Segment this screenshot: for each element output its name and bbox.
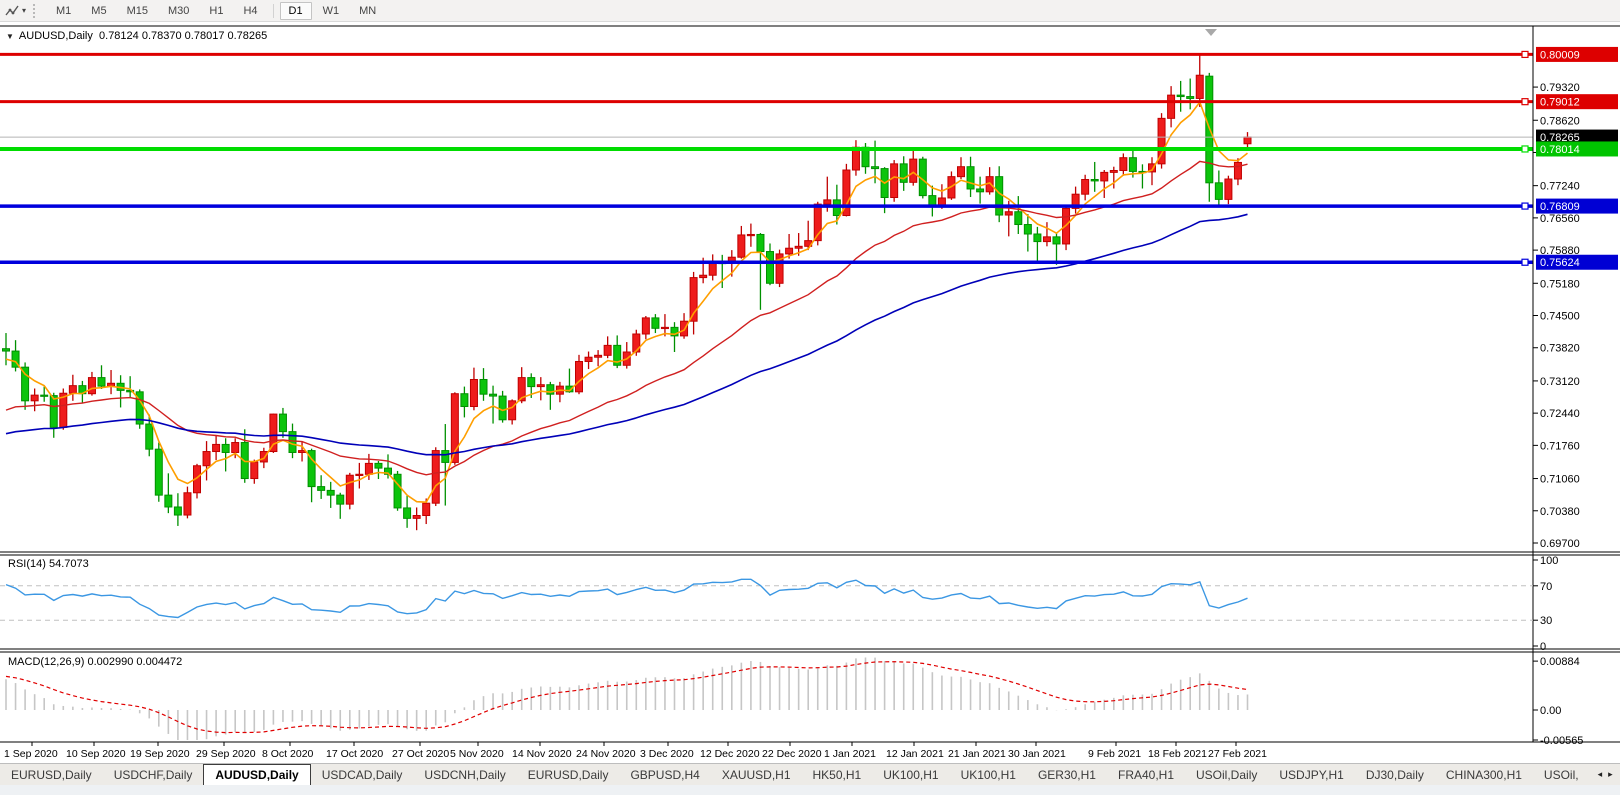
svg-text:0.75180: 0.75180: [1540, 278, 1580, 290]
svg-text:12 Jan 2021: 12 Jan 2021: [886, 748, 944, 760]
svg-text:12 Dec 2020: 12 Dec 2020: [700, 748, 760, 760]
svg-text:100: 100: [1540, 555, 1558, 567]
high-value: 0.78370: [142, 30, 182, 42]
close-value: 0.78265: [228, 30, 268, 42]
chart-symbol-label: AUDUSD,Daily: [19, 30, 93, 42]
chart-tab-xauusd-h1[interactable]: XAUUSD,H1: [711, 764, 802, 785]
chart-tab-china300-h1[interactable]: CHINA300,H1: [1435, 764, 1533, 785]
svg-text:0.79012: 0.79012: [1540, 97, 1580, 109]
svg-text:0.72440: 0.72440: [1540, 408, 1580, 420]
chart-tab-dj30-daily[interactable]: DJ30,Daily: [1355, 764, 1435, 785]
svg-text:14 Nov 2020: 14 Nov 2020: [512, 748, 572, 760]
tabs-scroll-left-icon[interactable]: ◂: [1598, 769, 1603, 780]
chart-tab-gbpusd-h4[interactable]: GBPUSD,H4: [619, 764, 710, 785]
svg-text:0.80009: 0.80009: [1540, 49, 1580, 61]
chart-tab-usdchf-daily[interactable]: USDCHF,Daily: [103, 764, 204, 785]
svg-text:0.78014: 0.78014: [1540, 144, 1580, 156]
svg-text:17 Oct 2020: 17 Oct 2020: [326, 748, 383, 760]
svg-text:22 Dec 2020: 22 Dec 2020: [762, 748, 822, 760]
chart-tab-eurusd-daily[interactable]: EURUSD,Daily: [517, 764, 620, 785]
trading-platform-window: ▾ M1M5M15M30H1H4D1W1MN 0.793200.786200.7…: [0, 0, 1620, 795]
line-handle[interactable]: [1522, 259, 1528, 265]
svg-text:3 Dec 2020: 3 Dec 2020: [640, 748, 694, 760]
svg-text:21 Jan 2021: 21 Jan 2021: [948, 748, 1006, 760]
svg-text:0.00: 0.00: [1540, 705, 1561, 717]
svg-text:30 Jan 2021: 30 Jan 2021: [1008, 748, 1066, 760]
symbol-collapse-icon[interactable]: ▼: [6, 32, 14, 41]
chart-tab-ger30-h1[interactable]: GER30,H1: [1027, 764, 1107, 785]
tabs-scroll-right-icon[interactable]: ▸: [1608, 769, 1613, 780]
svg-text:0.73120: 0.73120: [1540, 376, 1580, 388]
chart-tab-uk100-h1[interactable]: UK100,H1: [872, 764, 949, 785]
svg-text:0.71060: 0.71060: [1540, 474, 1580, 486]
svg-text:70: 70: [1540, 581, 1552, 593]
svg-text:0.70380: 0.70380: [1540, 506, 1580, 518]
svg-text:0.00884: 0.00884: [1540, 656, 1580, 668]
chart-tab-usoil-[interactable]: USOil,: [1533, 764, 1590, 785]
svg-text:29 Sep 2020: 29 Sep 2020: [196, 748, 256, 760]
chart-tab-audusd-daily[interactable]: AUDUSD,Daily: [203, 764, 310, 785]
line-handle[interactable]: [1522, 203, 1528, 209]
chart-tab-hk50-h1[interactable]: HK50,H1: [802, 764, 873, 785]
svg-text:0.78620: 0.78620: [1540, 115, 1580, 127]
date-axis: 1 Sep 2020 10 Sep 2020 19 Sep 2020 29 Sep 2…: [4, 742, 1267, 760]
chart-tab-usdcnh-daily[interactable]: USDCNH,Daily: [413, 764, 516, 785]
rsi-indicator-label: RSI(14) 54.7073: [8, 558, 89, 570]
svg-text:10 Sep 2020: 10 Sep 2020: [66, 748, 126, 760]
svg-text:30: 30: [1540, 615, 1552, 627]
svg-text:24 Nov 2020: 24 Nov 2020: [576, 748, 636, 760]
svg-text:1 Sep 2020: 1 Sep 2020: [4, 748, 58, 760]
svg-text:19 Sep 2020: 19 Sep 2020: [130, 748, 190, 760]
open-value: 0.78124: [99, 30, 139, 42]
price-chart-canvas[interactable]: 0.793200.786200.779400.772400.765600.758…: [0, 0, 1620, 763]
svg-text:18 Feb 2021: 18 Feb 2021: [1148, 748, 1207, 760]
line-handle[interactable]: [1522, 51, 1528, 57]
svg-text:27 Oct 2020: 27 Oct 2020: [392, 748, 449, 760]
chart-tab-usdcad-daily[interactable]: USDCAD,Daily: [311, 764, 414, 785]
chart-tab-usdjpy-h1[interactable]: USDJPY,H1: [1268, 764, 1354, 785]
svg-text:0.77240: 0.77240: [1540, 181, 1580, 193]
svg-text:27 Feb 2021: 27 Feb 2021: [1208, 748, 1267, 760]
chart-tab-eurusd-daily[interactable]: EURUSD,Daily: [0, 764, 103, 785]
svg-text:0.71760: 0.71760: [1540, 440, 1580, 452]
macd-indicator-label: MACD(12,26,9) 0.002990 0.004472: [8, 656, 182, 668]
chart-tab-uk100-h1[interactable]: UK100,H1: [950, 764, 1027, 785]
chart-ohlc-header: ▼ AUDUSD,Daily 0.78124 0.78370 0.78017 0.…: [6, 30, 267, 42]
svg-text:0.73820: 0.73820: [1540, 343, 1580, 355]
svg-text:-0.00565: -0.00565: [1540, 735, 1583, 747]
line-handle[interactable]: [1522, 146, 1528, 152]
chart-tab-usoil-daily[interactable]: USOil,Daily: [1185, 764, 1268, 785]
svg-text:0.69700: 0.69700: [1540, 538, 1580, 550]
svg-text:0.76809: 0.76809: [1540, 201, 1580, 213]
svg-text:0.76560: 0.76560: [1540, 213, 1580, 225]
svg-text:5 Nov 2020: 5 Nov 2020: [450, 748, 504, 760]
svg-text:0: 0: [1540, 641, 1546, 653]
window-bottom-strip: [0, 785, 1620, 795]
svg-text:9 Feb 2021: 9 Feb 2021: [1088, 748, 1141, 760]
svg-text:0.79320: 0.79320: [1540, 82, 1580, 94]
svg-text:0.75624: 0.75624: [1540, 257, 1580, 269]
svg-text:1 Jan 2021: 1 Jan 2021: [824, 748, 876, 760]
svg-text:8 Oct 2020: 8 Oct 2020: [262, 748, 314, 760]
chart-tab-fra40-h1[interactable]: FRA40,H1: [1107, 764, 1185, 785]
svg-text:0.74500: 0.74500: [1540, 311, 1580, 323]
line-handle[interactable]: [1522, 99, 1528, 105]
chart-tab-bar: EURUSD,DailyUSDCHF,DailyAUDUSD,DailyUSDC…: [0, 763, 1620, 785]
low-value: 0.78017: [185, 30, 225, 42]
